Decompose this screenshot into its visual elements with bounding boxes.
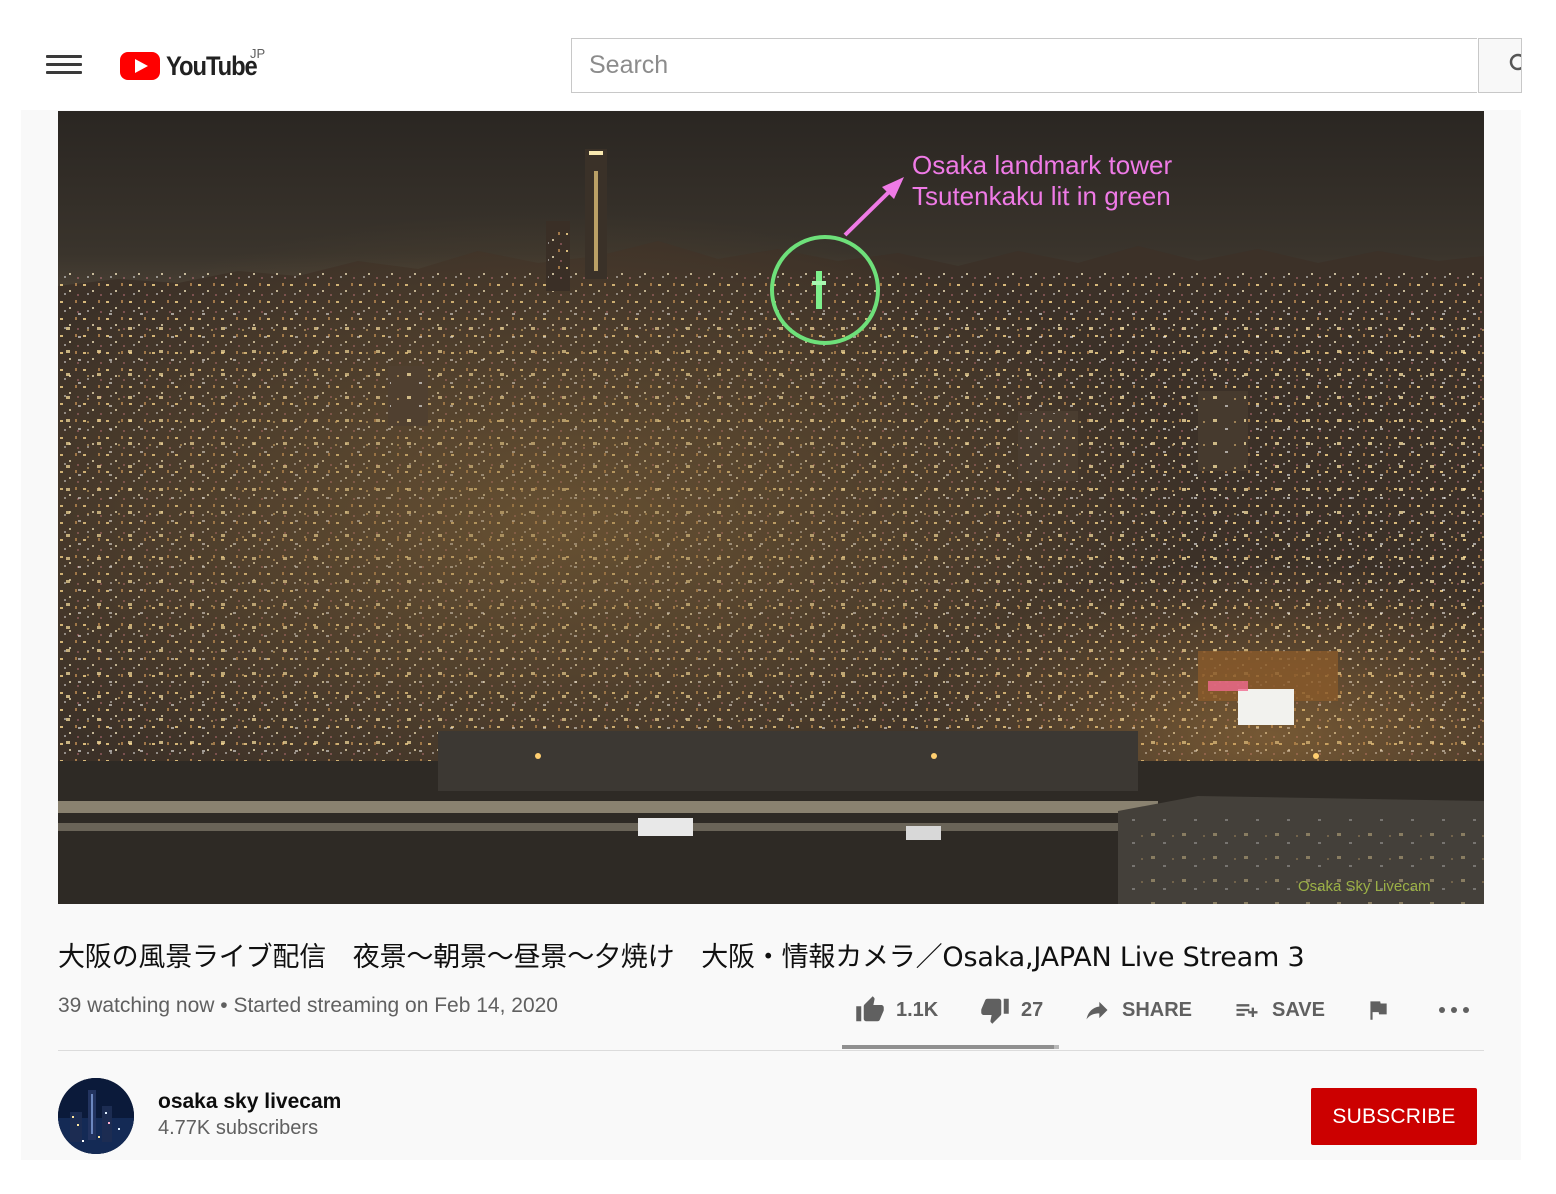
save-label: SAVE	[1272, 998, 1325, 1021]
search-box	[571, 38, 1477, 93]
dislike-button[interactable]: 27	[979, 990, 1043, 1030]
channel-avatar[interactable]	[58, 1078, 134, 1154]
share-arrow-icon	[1086, 1001, 1108, 1020]
youtube-logo[interactable]: YouTube JP	[120, 46, 269, 84]
like-count: 1.1K	[896, 998, 939, 1021]
logo-text: YouTube	[166, 51, 258, 81]
annotation-text: Osaka landmark tower Tsutenkaku lit in g…	[912, 150, 1172, 212]
more-horizontal-icon	[1439, 1007, 1469, 1013]
like-button[interactable]: 1.1K	[854, 990, 938, 1030]
search-button[interactable]	[1478, 38, 1522, 93]
more-actions-button[interactable]	[1437, 990, 1481, 1030]
logo-region: JP	[250, 46, 266, 61]
dislike-count: 27	[1021, 998, 1044, 1021]
annotation-line-2: Tsutenkaku lit in green	[912, 181, 1171, 211]
subscriber-count: 4.77K subscribers	[158, 1117, 319, 1139]
annotation-line-1: Osaka landmark tower	[912, 150, 1173, 180]
divider	[58, 1050, 1484, 1051]
hamburger-menu-icon[interactable]	[46, 55, 82, 79]
report-button[interactable]	[1365, 990, 1401, 1030]
share-label: SHARE	[1122, 998, 1193, 1021]
flag-icon	[1370, 1001, 1387, 1020]
video-player[interactable]: Osaka Sky Livecam	[58, 111, 1484, 904]
playlist-add-icon	[1236, 1004, 1258, 1017]
video-meta: 39 watching now • Started streaming on F…	[58, 994, 558, 1017]
search-icon	[1509, 53, 1521, 71]
save-button[interactable]: SAVE	[1232, 990, 1325, 1030]
video-frame: Osaka Sky Livecam	[58, 111, 1484, 904]
search-input[interactable]	[572, 39, 1477, 92]
avatar-image	[58, 1078, 134, 1154]
share-button[interactable]: SHARE	[1082, 990, 1192, 1030]
sentiment-bar-fill	[842, 1045, 1054, 1049]
channel-name[interactable]: osaka sky livecam	[158, 1090, 341, 1114]
video-watermark: Osaka Sky Livecam	[1298, 878, 1431, 895]
subscribe-button[interactable]: SUBSCRIBE	[1311, 1088, 1477, 1145]
thumbs-down-icon	[981, 998, 1009, 1024]
thumbs-up-icon	[856, 996, 884, 1022]
masthead: YouTube JP	[0, 0, 1556, 110]
sentiment-bar	[842, 1045, 1059, 1049]
video-title: 大阪の風景ライブ配信 夜景〜朝景〜昼景〜夕焼け 大阪・情報カメラ／Osaka,J…	[58, 942, 1305, 973]
youtube-play-icon	[120, 52, 160, 80]
